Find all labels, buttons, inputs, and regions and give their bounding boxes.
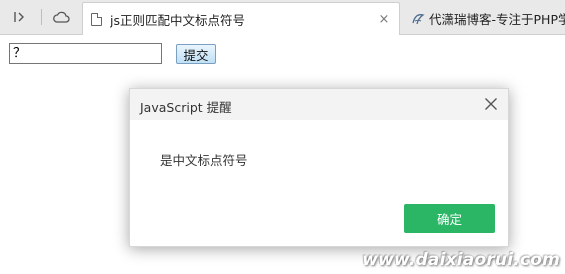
dialog-header: JavaScript 提醒 [130, 89, 508, 120]
dialog-message: 是中文标点符号 [160, 153, 248, 168]
document-icon [91, 12, 102, 26]
tab-title: js正则匹配中文标点符号 [110, 12, 245, 28]
ok-button[interactable]: 确定 [404, 204, 495, 233]
alert-dialog: JavaScript 提醒 是中文标点符号 确定 [129, 88, 509, 247]
cloud-icon[interactable] [50, 6, 72, 28]
sidebar-toggle-icon[interactable] [9, 6, 31, 28]
nav-divider [41, 9, 42, 25]
tab-close-icon[interactable]: × [377, 12, 391, 27]
tab-title: 代潇瑞博客-专注于PHP学 [429, 12, 565, 27]
tab-active[interactable]: js正则匹配中文标点符号 × [82, 2, 400, 35]
site-logo-icon [411, 12, 425, 26]
submit-button[interactable]: 提交 [176, 44, 216, 64]
close-icon[interactable] [484, 97, 498, 111]
dialog-title: JavaScript 提醒 [140, 100, 232, 115]
tab-inactive[interactable]: 代潇瑞博客-专注于PHP学 [403, 2, 565, 35]
watermark: www.daixiaorui.com [362, 250, 560, 270]
browser-tab-strip: js正则匹配中文标点符号 × 代潇瑞博客-专注于PHP学 [0, 0, 565, 35]
text-input[interactable]: ？ [9, 43, 162, 64]
